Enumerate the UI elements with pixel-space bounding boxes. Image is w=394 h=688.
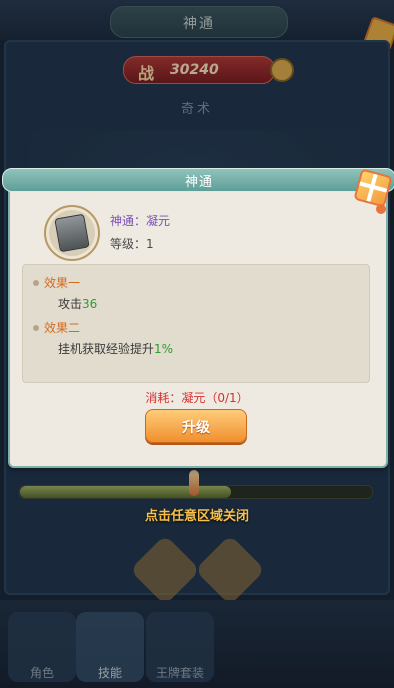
skill-name-label: 神通： [110,214,147,228]
skill-name-value: 凝元 [146,214,171,228]
dialog-title: 神通 [184,175,213,190]
effect-2-heading: 效果二 [44,321,81,335]
cost-text: 消耗：凝元（0/1） [145,391,249,405]
effect-bullet-icon [33,280,39,286]
upgrade-button[interactable]: 升级 [145,409,247,443]
dialog-header: 神通 [2,168,394,192]
effect-bullet-icon [33,325,39,331]
effect-1-prefix: 攻击 [58,297,83,311]
effect-2-value: 1% [154,342,174,356]
skill-scroll-icon [54,213,90,253]
effect-2-text: 挂机获取经验提升1% [58,340,173,357]
skill-level-value: 1 [146,237,154,251]
skill-icon-frame [44,205,100,261]
effect-1-value: 36 [82,297,98,311]
skill-level-row: 等级：1 [110,235,154,252]
upgrade-button-label: 升级 [182,420,210,436]
skill-name-row: 神通：凝元 [110,212,170,229]
gift-ribbon-icon [376,204,386,214]
effect-2-prefix: 挂机获取经验提升 [58,342,155,356]
effect-1-text: 攻击36 [58,295,97,312]
effect-1-heading: 效果一 [44,276,81,290]
skill-level-label: 等级： [110,237,147,251]
close-hint: 点击任意区域关闭 [144,509,249,524]
